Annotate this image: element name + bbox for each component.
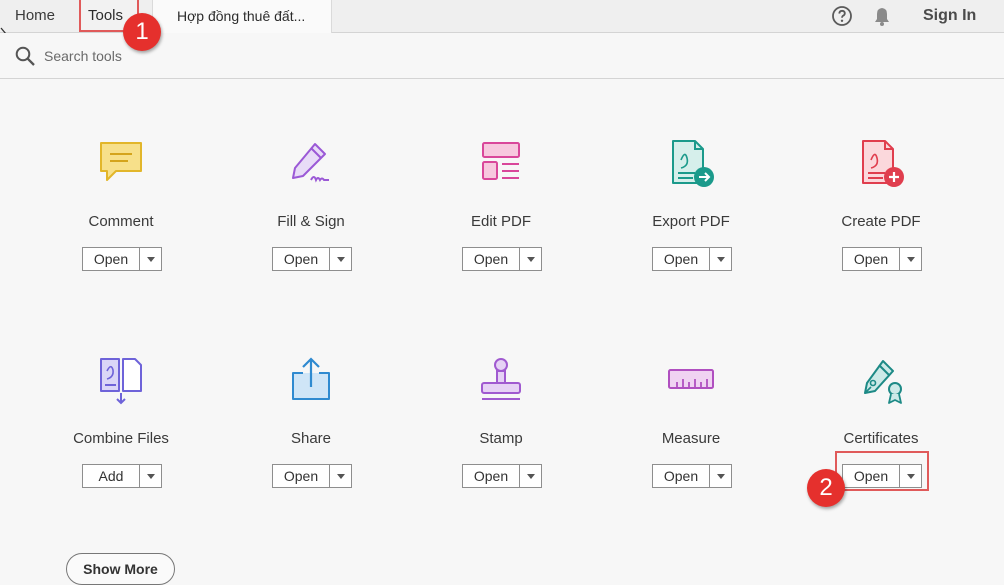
open-button[interactable]: Open xyxy=(653,465,709,487)
measure-icon xyxy=(668,369,714,389)
dropdown-arrow-icon[interactable] xyxy=(709,248,732,270)
dropdown-arrow-icon[interactable] xyxy=(519,465,542,487)
tool-comment[interactable]: Comment Open xyxy=(26,140,216,280)
tool-combine-files[interactable]: Combine Files Add xyxy=(26,357,216,497)
tool-button-group: Open xyxy=(652,464,732,488)
open-button[interactable]: Open xyxy=(273,465,329,487)
tool-button-group: Open xyxy=(462,464,542,488)
open-button[interactable]: Open xyxy=(843,248,899,270)
tool-name: Stamp xyxy=(479,430,523,447)
tool-fill-sign[interactable]: Fill & Sign Open xyxy=(216,140,406,280)
open-button[interactable]: Open xyxy=(463,465,519,487)
tool-name: Combine Files xyxy=(73,430,169,447)
dropdown-arrow-icon[interactable] xyxy=(329,465,352,487)
open-button[interactable]: Open xyxy=(653,248,709,270)
dropdown-arrow-icon[interactable] xyxy=(139,465,162,487)
step-badge: 2 xyxy=(807,469,845,507)
tool-button-group: Open xyxy=(842,247,922,271)
create-pdf-icon xyxy=(862,140,904,187)
share-icon xyxy=(292,357,330,400)
tool-share[interactable]: Share Open xyxy=(216,357,406,497)
tab-document-label: Hợp đồng thuê đất... xyxy=(177,8,306,24)
stamp-icon xyxy=(481,358,521,400)
add-button[interactable]: Add xyxy=(83,465,139,487)
fill-sign-icon xyxy=(292,143,329,183)
show-more-button[interactable]: Show More xyxy=(66,553,175,585)
dropdown-arrow-icon[interactable] xyxy=(709,465,732,487)
dropdown-arrow-icon[interactable] xyxy=(329,248,352,270)
tool-button-group: Open xyxy=(652,247,732,271)
tool-measure[interactable]: Measure Open xyxy=(596,357,786,497)
bell-icon[interactable] xyxy=(871,5,893,27)
dropdown-arrow-icon[interactable] xyxy=(139,248,162,270)
tool-button-group: Open xyxy=(462,247,542,271)
tool-name: Certificates xyxy=(843,430,919,447)
open-button[interactable]: Open xyxy=(463,248,519,270)
search-input[interactable] xyxy=(44,45,344,67)
edit-pdf-icon xyxy=(482,142,520,180)
tool-name: Fill & Sign xyxy=(277,213,345,230)
search-icon xyxy=(15,46,35,66)
tool-button-group: Open xyxy=(272,247,352,271)
tool-button-group: Open xyxy=(272,464,352,488)
tool-edit-pdf[interactable]: Edit PDF Open xyxy=(406,140,596,280)
tool-name: Measure xyxy=(661,430,721,447)
dropdown-arrow-icon[interactable] xyxy=(519,248,542,270)
step-badge: 1 xyxy=(123,13,161,51)
tab-document[interactable]: Hợp đồng thuê đất... xyxy=(152,0,332,33)
tool-stamp[interactable]: Stamp Open xyxy=(406,357,596,497)
tool-name: Create PDF xyxy=(841,213,921,230)
tool-button-group: Add xyxy=(82,464,162,488)
highlight-box xyxy=(835,451,929,491)
tool-export-pdf[interactable]: Export PDF Open xyxy=(596,140,786,280)
help-icon[interactable] xyxy=(831,5,853,27)
certificates-icon xyxy=(864,360,902,404)
comment-icon xyxy=(100,142,142,181)
tool-name: Share xyxy=(290,430,332,447)
tool-name: Comment xyxy=(88,213,154,230)
dropdown-arrow-icon[interactable] xyxy=(899,248,922,270)
tab-tools-label: Tools xyxy=(88,7,124,24)
sign-in-button[interactable]: Sign In xyxy=(923,7,976,25)
combine-files-icon xyxy=(100,358,142,405)
tool-button-group: Open xyxy=(82,247,162,271)
open-button[interactable]: Open xyxy=(273,248,329,270)
tab-home[interactable]: Home xyxy=(15,7,55,24)
tool-name: Export PDF xyxy=(652,213,730,230)
export-pdf-icon xyxy=(672,140,714,187)
tool-name: Edit PDF xyxy=(470,213,531,230)
open-button[interactable]: Open xyxy=(83,248,139,270)
tool-create-pdf[interactable]: Create PDF Open xyxy=(786,140,976,280)
